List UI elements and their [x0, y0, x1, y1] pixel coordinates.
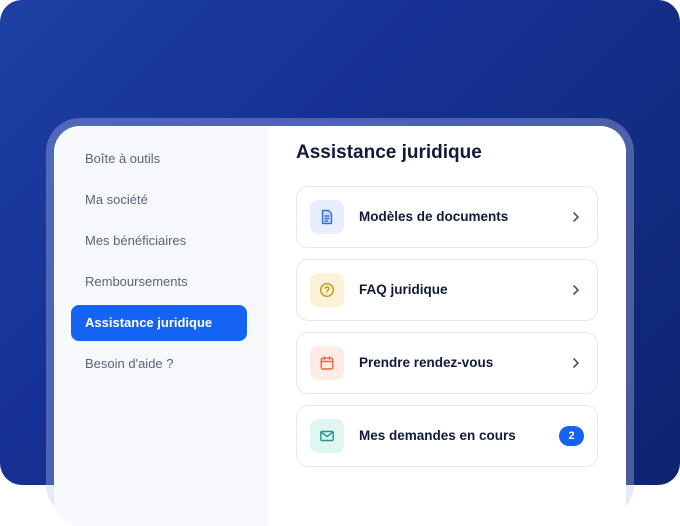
sidebar-item-ma-societe[interactable]: Ma société [71, 182, 247, 218]
chevron-right-icon [573, 358, 579, 368]
card-label: Mes demandes en cours [359, 428, 516, 443]
sidebar-item-assistance-juridique[interactable]: Assistance juridique [71, 305, 247, 341]
card-prendre-rendez-vous[interactable]: Prendre rendez-vous [296, 332, 598, 394]
card-label: Prendre rendez-vous [359, 355, 494, 370]
question-icon [310, 273, 344, 307]
count-badge: 2 [559, 426, 584, 446]
card-mes-demandes-en-cours[interactable]: Mes demandes en cours 2 [296, 405, 598, 467]
chevron-right-icon [573, 212, 579, 222]
card-label: FAQ juridique [359, 282, 448, 297]
mail-icon [310, 419, 344, 453]
page-title: Assistance juridique [296, 142, 482, 163]
card-label: Modèles de documents [359, 209, 509, 224]
card-modeles-de-documents[interactable]: Modèles de documents [296, 186, 598, 248]
sidebar-item-remboursements[interactable]: Remboursements [71, 264, 247, 300]
main-panel: Assistance juridique Modèles de document… [268, 126, 626, 526]
card-faq-juridique[interactable]: FAQ juridique [296, 259, 598, 321]
sidebar-item-mes-beneficiaires[interactable]: Mes bénéficiaires [71, 223, 247, 259]
chevron-right-icon [573, 285, 579, 295]
app-window: Boîte à outils Ma société Mes bénéficiai… [54, 126, 626, 526]
sidebar-item-besoin-d-aide[interactable]: Besoin d'aide ? [71, 346, 247, 382]
sidebar-item-boite-a-outils[interactable]: Boîte à outils [71, 141, 247, 177]
calendar-icon [310, 346, 344, 380]
document-icon [310, 200, 344, 234]
sidebar: Boîte à outils Ma société Mes bénéficiai… [54, 126, 268, 526]
